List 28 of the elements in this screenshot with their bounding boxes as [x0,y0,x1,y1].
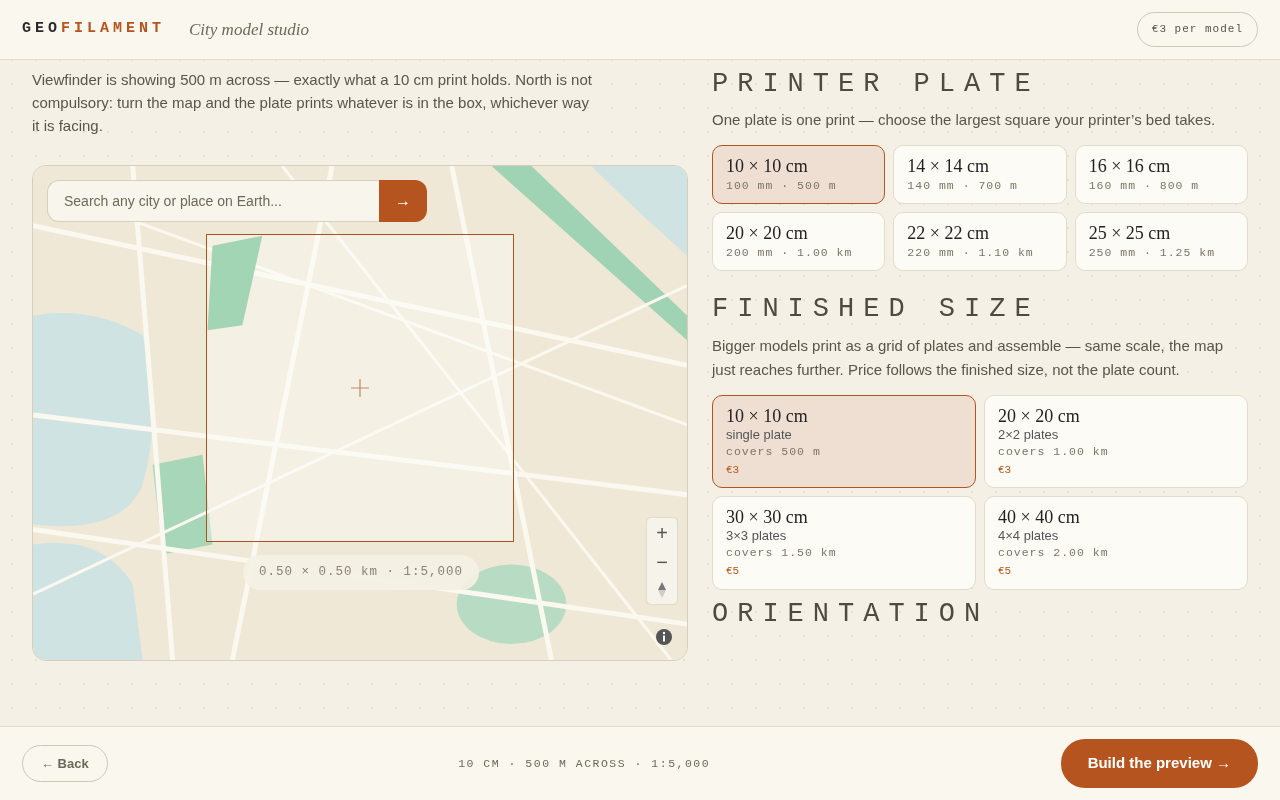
section-heading: ORIENTATION [712,597,991,631]
plate-option[interactable]: 16 × 16 cm 160 mm · 800 m [1074,145,1248,205]
section-heading: PRINTER PLATE [712,68,1041,101]
section-heading: FINISHED SIZE [712,293,1041,326]
build-preview-button[interactable]: Build the preview → [1060,739,1258,788]
plate-option[interactable]: 22 × 22 cm 220 mm · 1.10 km [893,212,1067,272]
plate-option[interactable]: 14 × 14 cm 140 mm · 700 m [893,145,1067,205]
size-option[interactable]: 10 × 10 cm single plate covers 500 m €3 [712,394,976,489]
plate-option[interactable]: 20 × 20 cm 200 mm · 1.00 km [712,212,886,272]
size-option[interactable]: 40 × 40 cm 4×4 plates covers 2.00 km €5 [984,496,1248,590]
plate-option[interactable]: 10 × 10 cm 100 mm · 500 m [712,145,886,205]
summary-text: 10 CM · 500 M ACROSS · 1:5,000 [458,755,711,772]
info-icon[interactable] [655,628,673,646]
section-description: Bigger models print as a grid of plates and assemble — same scale, the map just reaches further. Price follows the finished size, not the plate count. [712,335,1225,380]
size-option[interactable]: 20 × 20 cm 2×2 plates covers 1.00 km €3 [984,394,1248,489]
section-description: One plate is one print — choose the largest square your printer’s bed takes. [712,110,1217,131]
brand-text: FILAMENT [61,20,166,38]
size-option[interactable]: 30 × 30 cm 3×3 plates covers 1.50 km €5 [712,496,976,590]
plate-option[interactable]: 25 × 25 cm 250 mm · 1.25 km [1074,212,1248,272]
search-button[interactable]: → [379,180,427,222]
price-badge: €3 per model [1136,12,1258,47]
zoom-in-button[interactable]: + [647,518,677,547]
scale-readout: 0.50 × 0.50 km · 1:5,000 [243,555,480,590]
zoom-out-button[interactable]: − [647,547,677,576]
crosshair-icon [351,379,369,397]
tagline: City model studio [189,18,309,41]
intro-text: Viewfinder is showing 500 m across — exactly what a 10 cm print holds. North is not compulsory: turn the map and the plate prints whatever is in the box, whichever way it is facing. [32,70,592,136]
brand-text: GEO [22,20,61,38]
